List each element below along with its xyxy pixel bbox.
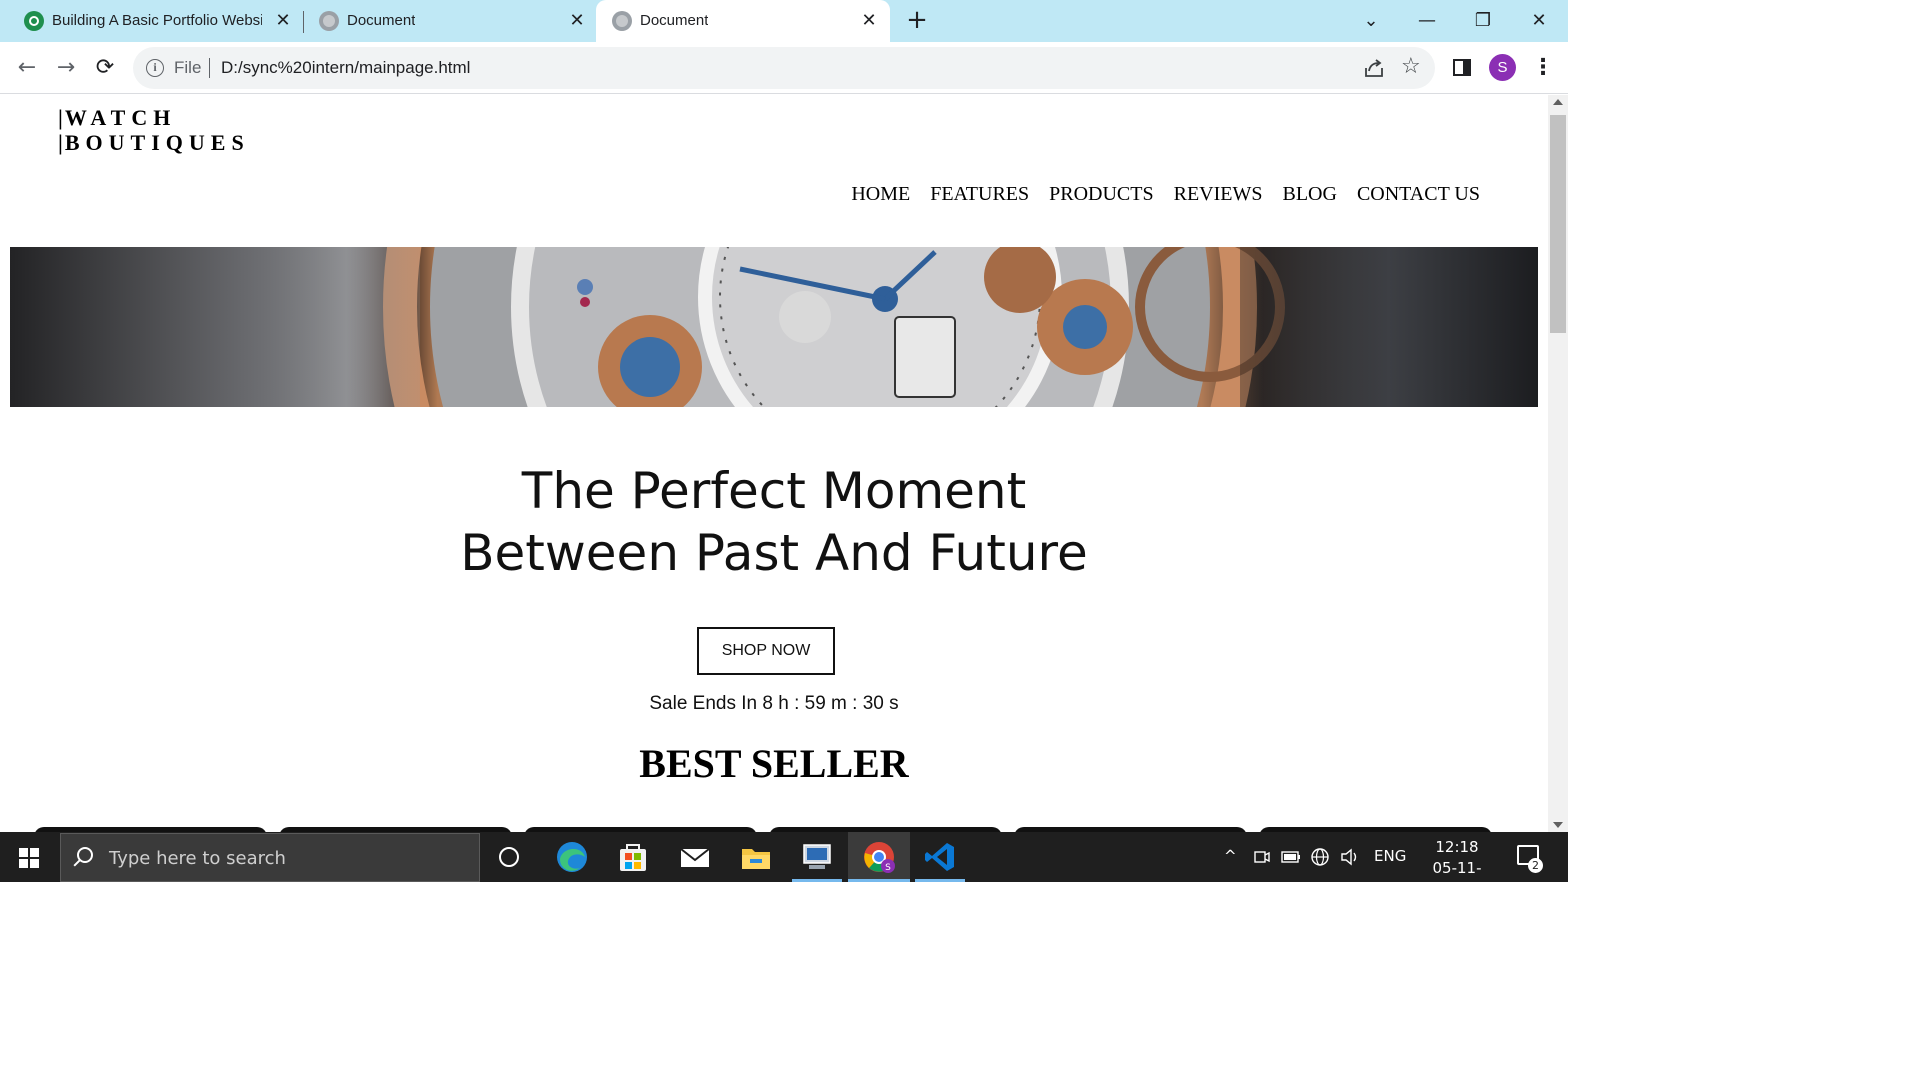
headline-line-2: Between Past And Future — [460, 524, 1088, 582]
network-app-icon[interactable] — [799, 839, 835, 875]
logo-line-2: BOUTIQUES — [58, 130, 250, 155]
tab-document-1[interactable]: Document ✕ — [303, 0, 595, 42]
close-tab-icon[interactable]: ✕ — [272, 9, 294, 31]
url-text[interactable]: D:/sync%20intern/mainpage.html — [221, 58, 470, 78]
tab-portfolio[interactable]: Building A Basic Portfolio Websi ✕ — [8, 0, 302, 42]
globe-icon — [612, 11, 632, 31]
side-panel-icon[interactable] — [1453, 59, 1471, 76]
share-icon[interactable] — [1363, 57, 1385, 79]
nav-home[interactable]: HOME — [851, 183, 910, 206]
back-button[interactable]: ← — [13, 54, 41, 82]
logo-line-1: WATCH — [58, 105, 250, 130]
main-nav: HOME FEATURES PRODUCTS REVIEWS BLOG CONT… — [851, 183, 1480, 206]
nav-products[interactable]: PRODUCTS — [1049, 183, 1153, 206]
search-placeholder: Type here to search — [109, 848, 286, 869]
scroll-thumb[interactable] — [1550, 115, 1566, 333]
volume-icon[interactable] — [1340, 848, 1360, 866]
globe-icon — [319, 11, 339, 31]
nav-features[interactable]: FEATURES — [930, 183, 1029, 206]
profile-avatar[interactable]: S — [1489, 54, 1516, 81]
nav-contact-us[interactable]: CONTACT US — [1357, 183, 1480, 206]
taskbar-clock[interactable]: 12:18 05-11-2023 — [1417, 837, 1497, 900]
address-divider — [209, 58, 210, 78]
new-tab-button[interactable]: + — [903, 7, 931, 35]
taskbar-search-box[interactable]: Type here to search — [60, 833, 480, 882]
sale-countdown: Sale Ends In 8 h : 59 m : 30 s — [649, 693, 899, 714]
page-scrollbar[interactable] — [1548, 95, 1568, 832]
watch-movement-image — [10, 247, 1538, 407]
nav-blog[interactable]: BLOG — [1283, 183, 1337, 206]
language-indicator[interactable]: ENG — [1374, 847, 1406, 865]
scroll-down-arrow-icon[interactable] — [1553, 822, 1563, 828]
store-icon[interactable] — [615, 839, 651, 875]
edge-icon[interactable] — [554, 839, 590, 875]
tab-title: Building A Basic Portfolio Websi — [52, 12, 262, 29]
hero-headline: The Perfect Moment Between Past And Futu… — [0, 460, 1548, 584]
svg-text:S: S — [885, 863, 891, 873]
page-viewport: WATCH BOUTIQUES HOME FEATURES PRODUCTS R… — [0, 95, 1548, 832]
search-icon — [77, 847, 93, 863]
tab-title: Document — [347, 12, 416, 29]
site-logo[interactable]: WATCH BOUTIQUES — [58, 105, 250, 155]
mail-icon[interactable] — [677, 839, 713, 875]
close-tab-icon[interactable]: ✕ — [566, 9, 588, 31]
minimize-button[interactable]: — — [1407, 6, 1447, 36]
running-indicator — [848, 879, 910, 882]
notification-count-badge: 2 — [1528, 858, 1543, 873]
site-favicon-icon — [24, 11, 44, 31]
tab-document-active[interactable]: Document ✕ — [596, 0, 890, 42]
vscode-icon[interactable] — [922, 839, 958, 875]
chrome-icon[interactable]: S — [861, 839, 897, 875]
meet-now-icon[interactable] — [1254, 849, 1270, 865]
clock-date: 05-11-2023 — [1432, 859, 1482, 898]
tab-strip: Building A Basic Portfolio Websi ✕ Docum… — [0, 0, 1568, 42]
tray-overflow-icon[interactable]: ^ — [1224, 847, 1237, 865]
clock-time: 12:18 — [1435, 838, 1479, 856]
shop-now-button[interactable]: SHOP NOW — [697, 627, 835, 675]
scroll-up-arrow-icon[interactable] — [1553, 99, 1563, 105]
headline-line-1: The Perfect Moment — [521, 462, 1027, 520]
running-indicator — [915, 879, 965, 882]
running-indicator — [792, 879, 842, 882]
cortana-icon[interactable] — [499, 847, 519, 867]
bookmark-star-icon[interactable]: ☆ — [1401, 55, 1421, 79]
best-seller-heading: BEST SELLER — [639, 741, 909, 786]
windows-start-icon[interactable] — [19, 848, 39, 868]
address-bar[interactable]: i File D:/sync%20intern/mainpage.html ☆ — [133, 47, 1435, 89]
tab-title: Document — [640, 12, 709, 29]
forward-button[interactable]: → — [52, 54, 80, 82]
network-globe-icon[interactable] — [1310, 847, 1330, 867]
close-tab-icon[interactable]: ✕ — [858, 9, 880, 31]
close-window-button[interactable]: ✕ — [1519, 6, 1559, 36]
tab-search-chevron-icon[interactable]: ⌄ — [1351, 6, 1391, 36]
restore-button[interactable]: ❐ — [1463, 6, 1503, 36]
hero-watch-banner — [10, 247, 1538, 407]
nav-reviews[interactable]: REVIEWS — [1174, 183, 1263, 206]
file-explorer-icon[interactable] — [738, 839, 774, 875]
browser-menu-icon[interactable]: ⋮ — [1532, 54, 1554, 82]
windows-taskbar: Type here to search S ^ ENG 12:18 05-11-… — [0, 832, 1568, 898]
info-icon[interactable]: i — [146, 59, 164, 77]
scheme-label: File — [174, 58, 202, 77]
browser-toolbar: ← → ⟳ i File D:/sync%20intern/mainpage.h… — [0, 42, 1568, 94]
reload-button[interactable]: ⟳ — [91, 54, 119, 82]
battery-icon[interactable] — [1281, 850, 1301, 864]
